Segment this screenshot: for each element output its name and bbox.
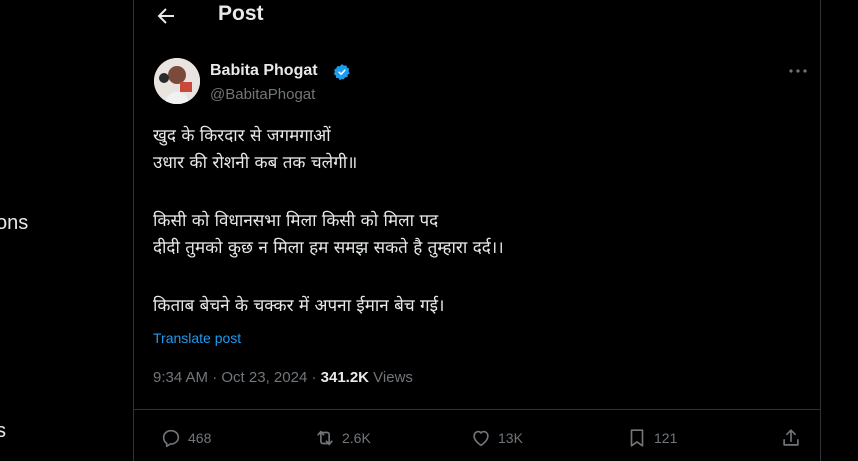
- tweet-line: किसी को विधानसभा मिला किसी को मिला पद: [153, 211, 439, 231]
- repost-button[interactable]: 2.6K: [314, 426, 371, 450]
- more-options-icon[interactable]: [786, 62, 810, 80]
- like-button[interactable]: 13K: [470, 426, 523, 450]
- meta-separator: ·: [208, 369, 222, 386]
- tweet-line: उधार की रोशनी कब तक चलेगी॥: [153, 153, 358, 173]
- repost-count: 2.6K: [342, 430, 371, 446]
- left-navigation: ons s: [0, 0, 133, 461]
- share-button[interactable]: [780, 426, 808, 450]
- bookmark-icon: [630, 429, 644, 447]
- views-count: 341.2K: [320, 369, 370, 386]
- tweet-line: दीदी तुमको कुछ न मिला हम समझ सकते है तुम…: [153, 238, 504, 258]
- post-date[interactable]: Oct 23, 2024: [221, 369, 307, 386]
- tweet-line: किताब बेचने के चक्कर में अपना ईमान बेच ग…: [153, 296, 445, 316]
- tweet-line: खुद के किरदार से जगमगाओं: [153, 126, 331, 146]
- reply-count: 468: [188, 430, 212, 446]
- repost-icon: [317, 430, 333, 446]
- page-title: Post: [218, 2, 264, 25]
- author-display-name[interactable]: Babita Phogat: [210, 62, 318, 80]
- back-arrow-icon[interactable]: [154, 4, 178, 28]
- views-label: Views: [369, 369, 413, 386]
- action-bar-divider: [134, 409, 820, 410]
- reply-icon: [162, 429, 180, 448]
- author-handle[interactable]: @BabitaPhogat: [210, 86, 315, 103]
- verified-badge-icon: [333, 64, 350, 81]
- post-header: Post: [134, 0, 820, 32]
- post-time[interactable]: 9:34 AM: [153, 369, 208, 386]
- nav-item-partial[interactable]: ons: [0, 212, 28, 235]
- avatar[interactable]: [154, 58, 200, 104]
- bookmark-button[interactable]: 121: [626, 426, 677, 450]
- translate-post-link[interactable]: Translate post: [153, 330, 241, 346]
- meta-separator: ·: [307, 369, 321, 386]
- post-detail-column: Post Babita Phogat @BabitaPhogat खुद के …: [134, 0, 820, 461]
- share-icon: [783, 429, 799, 446]
- bookmark-count: 121: [654, 430, 678, 446]
- reply-button[interactable]: 468: [160, 426, 211, 450]
- post-metadata: 9:34 AM · Oct 23, 2024 · 341.2K Views: [153, 369, 413, 386]
- like-count: 13K: [498, 430, 523, 446]
- heart-icon: [473, 430, 489, 447]
- nav-item-partial[interactable]: s: [0, 420, 6, 443]
- column-divider-right: [820, 0, 821, 461]
